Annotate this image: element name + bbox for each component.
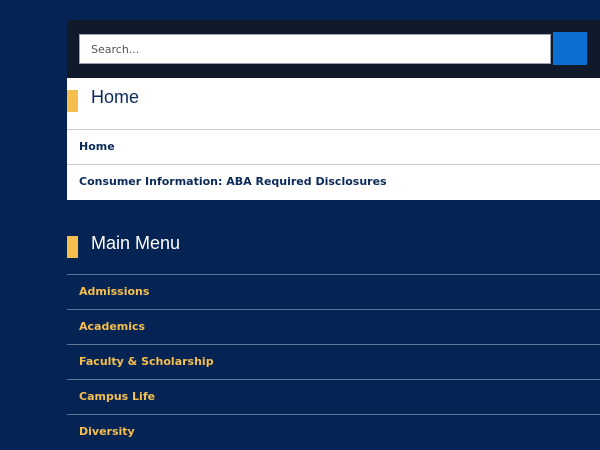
menu-item-academics[interactable]: Academics bbox=[67, 309, 600, 344]
menu-item-admissions[interactable]: Admissions bbox=[67, 274, 600, 309]
page: Home Home Consumer Information: ABA Requ… bbox=[0, 0, 600, 450]
menu-item-campus-life[interactable]: Campus Life bbox=[67, 379, 600, 414]
heading-accent-bar bbox=[67, 90, 78, 112]
home-block-heading: Home bbox=[67, 78, 600, 129]
menu-item-faculty-scholarship[interactable]: Faculty & Scholarship bbox=[67, 344, 600, 379]
main-menu-title: Main Menu bbox=[91, 233, 181, 253]
consumer-information-link[interactable]: Consumer Information: ABA Required Discl… bbox=[67, 164, 600, 199]
main-menu: Main Menu Admissions Academics Faculty &… bbox=[67, 230, 600, 449]
menu-accent-bar bbox=[67, 236, 78, 258]
search-bar bbox=[67, 20, 600, 78]
search-input[interactable] bbox=[79, 34, 551, 64]
search-button[interactable] bbox=[553, 32, 587, 65]
home-navigation-block: Home Home Consumer Information: ABA Requ… bbox=[67, 78, 600, 200]
home-block-title: Home bbox=[91, 87, 140, 107]
menu-item-diversity[interactable]: Diversity bbox=[67, 414, 600, 449]
main-menu-heading: Main Menu bbox=[67, 230, 600, 274]
home-link[interactable]: Home bbox=[67, 129, 600, 164]
